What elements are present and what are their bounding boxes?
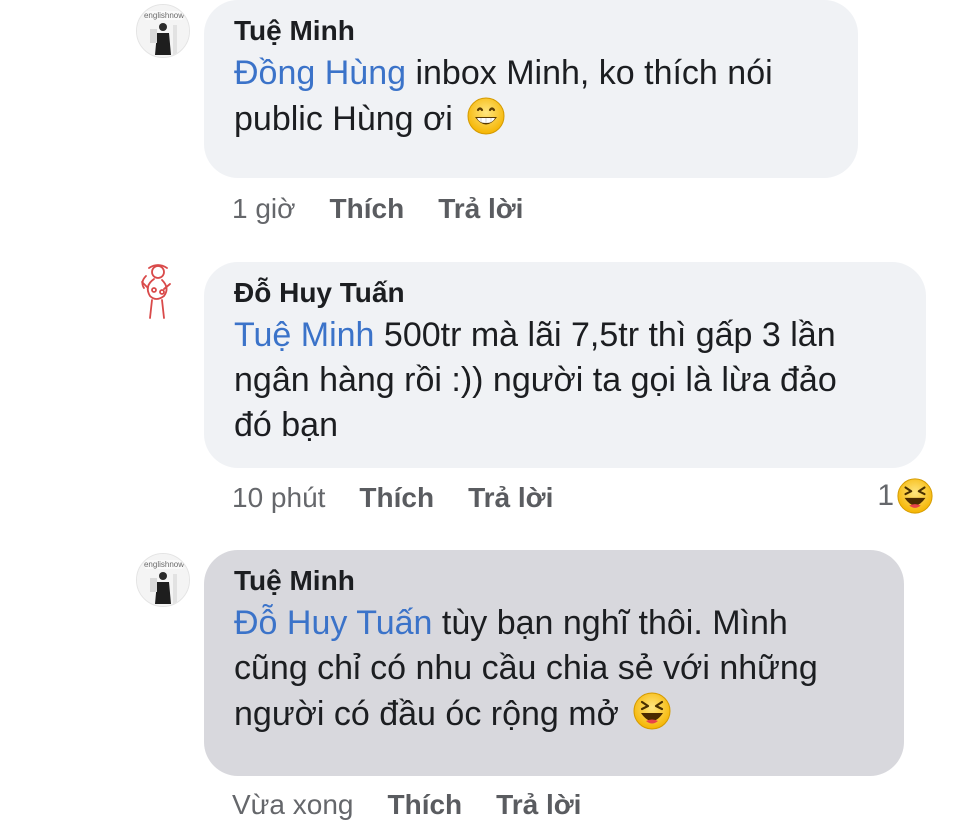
comment-text: Đỗ Huy Tuấn tùy bạn nghĩ thôi. Mình cũng… — [234, 601, 874, 737]
comment-bubble[interactable]: Tuệ Minh Đỗ Huy Tuấn tùy bạn nghĩ thôi. … — [204, 550, 904, 776]
mention-link[interactable]: Đồng Hùng — [234, 54, 406, 92]
comment-text: Đồng Hùng inbox Minh, ko thích nói publi… — [234, 51, 828, 142]
comment-text-line: 500tr mà lãi 7,5tr thì gấp 3 lần — [374, 316, 836, 354]
comment-text-line: đó bạn — [234, 406, 338, 444]
timestamp[interactable]: 10 phút — [232, 481, 325, 515]
comment-author[interactable]: Đỗ Huy Tuấn — [234, 276, 896, 310]
laughing-face-icon — [897, 478, 933, 514]
comment-text-line: tùy bạn nghĩ thôi. Mình — [432, 604, 788, 642]
comment-text-line: public Hùng ơi — [234, 100, 463, 138]
mention-link[interactable]: Tuệ Minh — [234, 316, 374, 354]
avatar[interactable] — [134, 262, 180, 322]
like-button[interactable]: Thích — [388, 788, 463, 822]
comment-meta: 10 phút Thích Trả lời — [232, 481, 587, 515]
grinning-face-icon — [467, 97, 505, 135]
avatar-logo-text: englishnow — [144, 560, 184, 569]
avatar[interactable]: englishnow — [136, 553, 190, 607]
avatar-image: englishnow — [137, 554, 189, 606]
comment-text-line: người có đầu óc rộng mở — [234, 695, 629, 733]
reply-button[interactable]: Trả lời — [496, 788, 581, 822]
like-button[interactable]: Thích — [359, 481, 434, 515]
timestamp[interactable]: 1 giờ — [232, 192, 296, 226]
comment-text-line: inbox Minh, ko thích nói — [406, 54, 773, 92]
avatar-image: englishnow — [137, 5, 189, 57]
reply-button[interactable]: Trả lời — [468, 481, 553, 515]
comment-meta: Vừa xong Thích Trả lời — [232, 788, 615, 822]
comment-text-line: cũng chỉ có nhu cầu chia sẻ với những — [234, 649, 818, 687]
comment-text-line: ngân hàng rồi :)) người ta gọi là lừa đả… — [234, 361, 837, 399]
avatar[interactable]: englishnow — [136, 4, 190, 58]
timestamp[interactable]: Vừa xong — [232, 788, 354, 822]
comment-bubble[interactable]: Tuệ Minh Đồng Hùng inbox Minh, ko thích … — [204, 0, 858, 178]
avatar-logo-text: englishnow — [144, 11, 184, 20]
mention-link[interactable]: Đỗ Huy Tuấn — [234, 604, 432, 642]
reply-button[interactable]: Trả lời — [438, 192, 523, 226]
like-button[interactable]: Thích — [330, 192, 405, 226]
comment-author[interactable]: Tuệ Minh — [234, 14, 828, 48]
comment-bubble[interactable]: Đỗ Huy Tuấn Tuệ Minh 500tr mà lãi 7,5tr … — [204, 262, 926, 468]
comment-author[interactable]: Tuệ Minh — [234, 564, 874, 598]
reaction-summary[interactable]: 1 — [877, 477, 934, 515]
laughing-face-icon — [633, 692, 671, 730]
comment-text: Tuệ Minh 500tr mà lãi 7,5tr thì gấp 3 lầ… — [234, 313, 896, 448]
comment-meta: 1 giờ Thích Trả lời — [232, 192, 557, 226]
reaction-count: 1 — [877, 479, 894, 513]
